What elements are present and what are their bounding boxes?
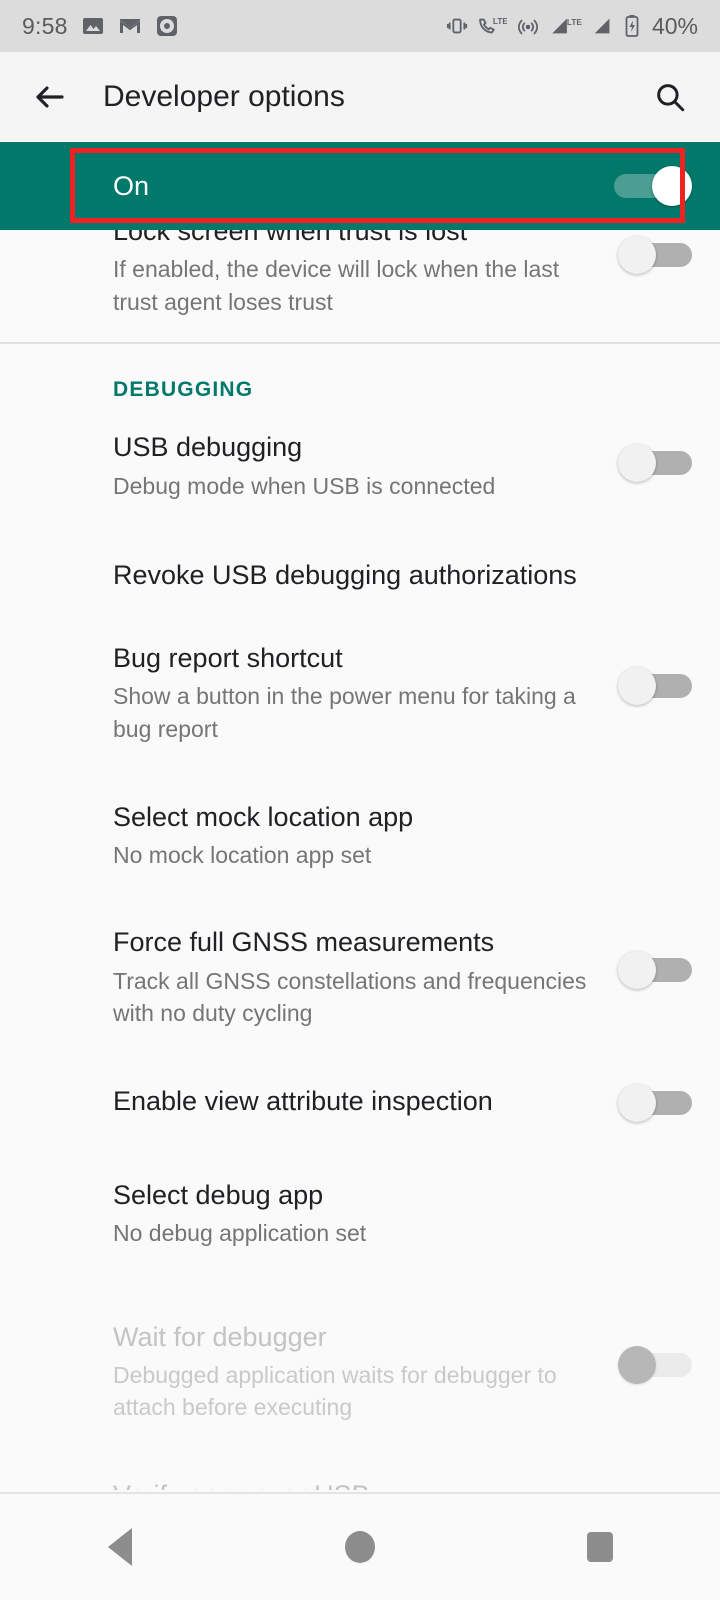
toggle-usb-debugging[interactable] xyxy=(618,444,692,483)
list-item-title: Select mock location app xyxy=(113,801,414,832)
list-item-subtitle: Debugged application waits for debugger … xyxy=(113,1361,557,1421)
list-item-texts: Force full GNSS measurements Track all G… xyxy=(113,925,612,1029)
nav-back-button[interactable] xyxy=(60,1493,180,1600)
status-bar: 9:58 LTE LTE 40% xyxy=(0,0,720,52)
status-bar-clock: 9:58 xyxy=(22,12,68,39)
list-item-texts: Revoke USB debugging authorizations xyxy=(113,558,612,593)
list-item-subtitle: No mock location app set xyxy=(113,841,372,868)
status-bar-left: 9:58 xyxy=(22,13,179,40)
master-switch-toggle[interactable] xyxy=(614,166,692,206)
page-title: Developer options xyxy=(103,80,345,113)
recorder-icon xyxy=(155,14,179,38)
list-item-texts: Enable view attribute inspection xyxy=(113,1084,612,1119)
master-switch-label: On xyxy=(113,170,150,201)
list-item-control xyxy=(612,925,692,990)
list-item-title: Verify apps over USB xyxy=(113,1478,594,1490)
list-item-subtitle: If enabled, the device will lock when th… xyxy=(113,256,560,315)
toggle-thumb xyxy=(618,667,656,706)
list-item-enable-view-attribute-inspection[interactable]: Enable view attribute inspection xyxy=(0,1058,720,1152)
recents-square-icon xyxy=(587,1532,613,1562)
list-item-title: Revoke USB debugging authorizations xyxy=(113,560,577,591)
list-item-control xyxy=(612,1083,692,1122)
list-item-wait-for-debugger[interactable]: Wait for debugger Debugged application w… xyxy=(0,1278,720,1452)
photos-icon xyxy=(81,14,105,38)
toggle-thumb xyxy=(618,1345,656,1384)
back-triangle-icon xyxy=(108,1528,132,1566)
list-item-texts: Select mock location app No mock locatio… xyxy=(113,800,612,872)
master-switch-banner[interactable]: On xyxy=(0,142,720,230)
toggle-enable-view-attribute-inspection[interactable] xyxy=(618,1083,692,1122)
toggle-lock-screen-when-trust-is-lost[interactable] xyxy=(618,236,692,274)
toggle-thumb xyxy=(618,236,656,274)
list-item-select-debug-app[interactable]: Select debug app No debug application se… xyxy=(0,1152,720,1278)
toggle-thumb xyxy=(618,951,656,990)
settings-list[interactable]: Lock screen when trust is lost If enable… xyxy=(0,142,720,1490)
nav-home-button[interactable] xyxy=(300,1493,420,1600)
navigation-bar xyxy=(0,1492,720,1600)
list-item-title: Wait for debugger xyxy=(113,1321,327,1352)
list-item-bug-report-shortcut[interactable]: Bug report shortcut Show a button in the… xyxy=(0,627,720,773)
list-item-texts: Bug report shortcut Show a button in the… xyxy=(113,641,612,745)
list-item-title: Select debug app xyxy=(113,1179,324,1210)
list-item-title: Enable view attribute inspection xyxy=(113,1085,493,1116)
list-item-control xyxy=(612,641,692,706)
list-item-title: Force full GNSS measurements xyxy=(113,927,495,958)
signal-lte-icon: LTE xyxy=(549,15,583,37)
search-icon[interactable] xyxy=(642,69,698,125)
vibrate-icon xyxy=(446,15,468,37)
battery-percentage: 40% xyxy=(651,12,698,39)
list-item-select-mock-location-app[interactable]: Select mock location app No mock locatio… xyxy=(0,774,720,900)
toggle-force-full-gnss-measurements[interactable] xyxy=(618,951,692,990)
app-bar: Developer options xyxy=(0,52,720,142)
list-item-texts: Select debug app No debug application se… xyxy=(113,1178,612,1250)
list-item-force-full-gnss-measurements[interactable]: Force full GNSS measurements Track all G… xyxy=(0,899,720,1057)
signal-icon xyxy=(592,15,614,37)
list-item-texts: USB debugging Debug mode when USB is con… xyxy=(113,430,612,502)
list-item-texts: Wait for debugger Debugged application w… xyxy=(113,1320,612,1424)
list-item-verify-apps-over-usb[interactable]: Verify apps over USB Check apps installe… xyxy=(0,1452,720,1490)
list-item-control xyxy=(612,1478,692,1490)
list-item-texts: Verify apps over USB Check apps installe… xyxy=(113,1478,612,1490)
list-item-usb-debugging[interactable]: USB debugging Debug mode when USB is con… xyxy=(0,420,720,530)
battery-charging-icon xyxy=(623,14,641,38)
list-item-revoke-usb-debugging-authorizations[interactable]: Revoke USB debugging authorizations xyxy=(0,530,720,627)
list-item-subtitle: Track all GNSS constellations and freque… xyxy=(113,967,587,1027)
toggle-thumb xyxy=(618,1083,656,1122)
phone-screen: 9:58 LTE LTE 40% Developer options Lock … xyxy=(0,0,720,1600)
list-item-title: Bug report shortcut xyxy=(113,643,343,674)
toggle-thumb xyxy=(652,166,692,206)
list-item-subtitle: No debug application set xyxy=(113,1219,367,1246)
hotspot-icon xyxy=(516,14,540,38)
back-arrow-icon[interactable] xyxy=(22,69,78,125)
toggle-bug-report-shortcut[interactable] xyxy=(618,667,692,706)
home-circle-icon xyxy=(345,1531,375,1563)
list-item-subtitle: Debug mode when USB is connected xyxy=(113,472,496,499)
svg-text:LTE: LTE xyxy=(567,18,582,27)
toggle-thumb xyxy=(618,444,656,483)
list-item-control xyxy=(612,1320,692,1384)
svg-text:LTE: LTE xyxy=(493,17,507,26)
list-item-subtitle: Show a button in the power menu for taki… xyxy=(113,683,576,742)
gmail-icon xyxy=(118,14,142,38)
list-item-control xyxy=(612,430,692,483)
toggle-wait-for-debugger[interactable] xyxy=(618,1345,692,1384)
status-bar-right: LTE LTE 40% xyxy=(446,13,698,40)
nav-recents-button[interactable] xyxy=(540,1493,660,1600)
list-item-title: USB debugging xyxy=(113,432,303,463)
section-header-debugging: DEBUGGING xyxy=(113,378,254,402)
lte-call-icon: LTE xyxy=(477,15,507,37)
